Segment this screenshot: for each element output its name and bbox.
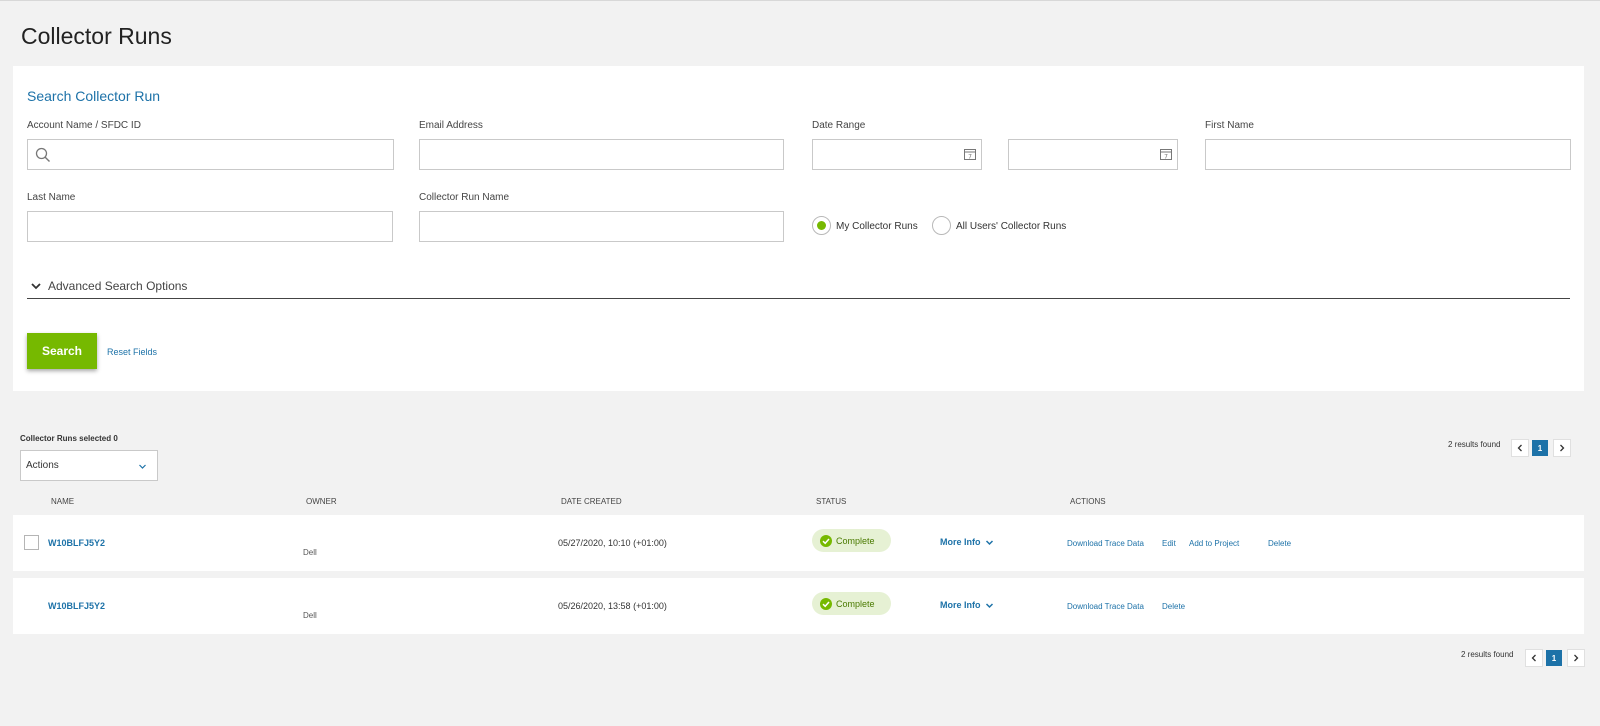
- row-name-link[interactable]: W10BLFJ5Y2: [48, 601, 105, 611]
- results-count-bottom: 2 results found: [1461, 650, 1514, 659]
- date-to-field[interactable]: 7: [1008, 139, 1178, 170]
- more-info-toggle[interactable]: More Info: [940, 600, 994, 610]
- search-panel: Search Collector Run Account Name / SFDC…: [13, 66, 1584, 391]
- account-search-input[interactable]: [27, 139, 394, 170]
- delete-link[interactable]: Delete: [1162, 602, 1185, 611]
- collector-run-name-field[interactable]: [419, 211, 784, 242]
- search-panel-title: Search Collector Run: [27, 88, 161, 104]
- date-range-label: Date Range: [812, 120, 866, 131]
- pager-prev-button-bottom[interactable]: [1525, 649, 1543, 667]
- status-badge: Complete: [812, 592, 891, 615]
- download-trace-data-link[interactable]: Download Trace Data: [1067, 539, 1144, 548]
- column-header-date-created: DATE CREATED: [561, 497, 622, 506]
- table-row: W10BLFJ5Y2 Dell 05/26/2020, 13:58 (+01:0…: [13, 578, 1584, 634]
- date-from-field[interactable]: 7: [812, 139, 982, 170]
- pager-next-button-top[interactable]: [1553, 439, 1571, 457]
- pager-current-page-top[interactable]: 1: [1532, 440, 1548, 456]
- more-info-toggle[interactable]: More Info: [940, 537, 994, 547]
- reset-fields-link[interactable]: Reset Fields: [107, 347, 157, 357]
- check-circle-icon: [820, 597, 832, 610]
- first-name-field[interactable]: [1205, 139, 1571, 170]
- download-trace-data-link[interactable]: Download Trace Data: [1067, 602, 1144, 611]
- advanced-search-toggle[interactable]: Advanced Search Options: [27, 274, 1570, 299]
- all-users-runs-radio-label: All Users' Collector Runs: [956, 221, 1067, 232]
- edit-link[interactable]: Edit: [1162, 539, 1176, 548]
- pager-next-button-bottom[interactable]: [1567, 649, 1585, 667]
- results-count-top: 2 results found: [1448, 440, 1501, 449]
- bulk-actions-select[interactable]: Actions: [20, 450, 158, 481]
- table-row: W10BLFJ5Y2 Dell 05/27/2020, 10:10 (+01:0…: [13, 515, 1584, 571]
- more-info-label: More Info: [940, 537, 981, 547]
- search-button[interactable]: Search: [27, 333, 97, 369]
- column-header-status: STATUS: [816, 497, 847, 506]
- chevron-left-icon: [1531, 654, 1536, 662]
- row-owner: Dell: [303, 548, 317, 557]
- email-field[interactable]: [419, 139, 784, 170]
- row-name-link[interactable]: W10BLFJ5Y2: [48, 538, 105, 548]
- check-circle-icon: [820, 534, 832, 547]
- chevron-down-icon: [985, 602, 993, 608]
- column-header-owner: OWNER: [306, 497, 337, 506]
- row-owner: Dell: [303, 611, 317, 620]
- chevron-right-icon: [1560, 444, 1565, 452]
- more-info-label: More Info: [940, 600, 981, 610]
- chevron-right-icon: [1574, 654, 1579, 662]
- chevron-down-icon: [31, 283, 41, 290]
- chevron-left-icon: [1517, 444, 1522, 452]
- search-icon: [35, 147, 50, 162]
- status-text: Complete: [836, 535, 875, 546]
- column-header-name: NAME: [51, 497, 75, 506]
- my-runs-radio[interactable]: [812, 216, 831, 235]
- collector-run-name-label: Collector Run Name: [419, 192, 510, 203]
- svg-text:7: 7: [1164, 154, 1168, 161]
- row-date-created: 05/26/2020, 13:58 (+01:00): [558, 601, 667, 611]
- pager-prev-button-top[interactable]: [1511, 439, 1529, 457]
- pager-current-page-bottom[interactable]: 1: [1546, 650, 1562, 666]
- row-date-created: 05/27/2020, 10:10 (+01:00): [558, 538, 667, 548]
- page-title: Collector Runs: [21, 23, 172, 49]
- advanced-search-label: Advanced Search Options: [48, 279, 188, 293]
- all-users-runs-radio[interactable]: [932, 216, 951, 235]
- chevron-down-icon: [139, 464, 146, 469]
- chevron-down-icon: [985, 539, 993, 545]
- bulk-actions-select-value: Actions: [26, 460, 59, 471]
- svg-text:7: 7: [968, 154, 972, 161]
- status-text: Complete: [836, 598, 875, 609]
- status-badge: Complete: [812, 529, 891, 552]
- last-name-label: Last Name: [27, 192, 76, 203]
- delete-link[interactable]: Delete: [1268, 539, 1291, 548]
- calendar-icon[interactable]: 7: [1160, 148, 1172, 160]
- row-checkbox[interactable]: [24, 535, 39, 550]
- my-runs-radio-label: My Collector Runs: [836, 221, 918, 232]
- column-header-actions: ACTIONS: [1070, 497, 1106, 506]
- calendar-icon[interactable]: 7: [964, 148, 976, 160]
- add-to-project-link[interactable]: Add to Project: [1189, 539, 1239, 548]
- first-name-label: First Name: [1205, 120, 1254, 131]
- email-label: Email Address: [419, 120, 483, 131]
- last-name-field[interactable]: [27, 211, 393, 242]
- account-label: Account Name / SFDC ID: [27, 120, 141, 131]
- selected-count: Collector Runs selected 0: [20, 434, 118, 443]
